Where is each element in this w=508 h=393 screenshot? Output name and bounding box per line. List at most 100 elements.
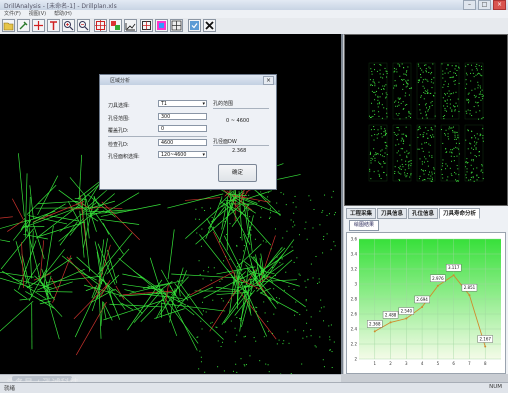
board-hole-dot <box>431 129 432 130</box>
cover-hole-input[interactable]: 0 <box>158 125 207 132</box>
drill-path-line <box>38 176 58 215</box>
drill-hole-dot <box>296 257 297 258</box>
drill-hole-dot <box>315 345 316 346</box>
board-hole-dot <box>420 77 421 78</box>
board-hole-dot <box>379 103 380 104</box>
area-select[interactable]: 120~4600 <box>158 151 207 158</box>
board-hole-dot <box>442 178 443 179</box>
text-tool-icon[interactable] <box>47 19 60 32</box>
menu-file[interactable]: 文件(F) <box>4 10 21 18</box>
data-point <box>484 345 486 347</box>
board-hole-dot <box>398 134 399 135</box>
board-hole-dot <box>466 73 467 74</box>
region-select-icon[interactable] <box>109 19 122 32</box>
drill-icon[interactable] <box>17 19 30 32</box>
board-hole-dot <box>477 74 478 75</box>
drill-hole-dot <box>249 216 250 217</box>
open-folder-icon[interactable] <box>2 19 15 32</box>
board-hole-dot <box>406 86 407 87</box>
hole-range-input[interactable]: 300 <box>158 113 207 120</box>
close-button[interactable]: × <box>493 0 506 10</box>
board-hole-dot <box>470 113 471 114</box>
board-hole-dot <box>431 87 432 88</box>
menu-help[interactable]: 帮助(H) <box>54 10 72 18</box>
stats-chart-icon[interactable] <box>124 19 137 32</box>
board-hole-dot <box>385 68 386 69</box>
drill-hole-dot <box>323 239 324 240</box>
area-dw-group-label: 孔径面DW <box>213 138 237 145</box>
board-hole-dot <box>402 89 403 90</box>
drill-path-line <box>77 257 115 291</box>
board-hole-dot <box>477 179 478 180</box>
drill-hole-dot <box>319 336 320 337</box>
drill-hole-dot <box>219 281 220 282</box>
ok-button[interactable]: 确定 <box>218 164 257 182</box>
drill-hole-dot <box>200 274 201 275</box>
tab-tool-life[interactable]: 刀具寿命分析 <box>439 208 480 219</box>
tab-tool-info[interactable]: 刀具信息 <box>377 208 407 219</box>
crosshair-icon[interactable] <box>32 19 45 32</box>
drill-path-line <box>124 290 136 293</box>
board-hole-dot <box>406 175 407 176</box>
zoom-out-icon[interactable] <box>77 19 90 32</box>
fit-window-icon[interactable] <box>140 19 153 32</box>
board-hole-dot <box>454 106 455 107</box>
drill-hole-dot <box>296 207 297 208</box>
drill-path-line <box>79 155 82 201</box>
drill-hole-dot <box>220 200 221 201</box>
board-hole-dot <box>447 165 448 166</box>
board-hole-dot <box>428 130 429 131</box>
overview-pane[interactable] <box>344 34 508 206</box>
drill-hole-dot <box>214 267 215 268</box>
board-hole-dot <box>483 117 484 118</box>
maximize-button[interactable]: □ <box>478 0 491 10</box>
checkbox-icon[interactable] <box>188 19 201 32</box>
drill-hole-dot <box>218 224 219 225</box>
board-hole-dot <box>405 161 406 162</box>
menu-bar: 文件(F) 视图(V) 帮助(H) <box>0 10 508 18</box>
drill-path-line <box>12 199 23 220</box>
drill-hole-dot <box>212 300 213 301</box>
board-hole-dot <box>482 165 483 166</box>
drill-hole-dot <box>255 239 256 240</box>
drill-hole-dot <box>196 232 197 233</box>
zoom-in-icon[interactable] <box>62 19 75 32</box>
drill-hole-dot <box>239 208 240 209</box>
board-hole-dot <box>422 161 423 162</box>
board-hole-dot <box>420 176 421 177</box>
plot-result-button[interactable]: 绘图结果 <box>349 220 379 231</box>
board-hole-dot <box>474 141 475 142</box>
menu-view[interactable]: 视图(V) <box>29 10 46 18</box>
board-hole-dot <box>480 171 481 172</box>
y-tick-label: 2.8 <box>351 297 358 302</box>
drill-hole-dot <box>208 222 209 223</box>
board-hole-dot <box>429 172 430 173</box>
board-hole-dot <box>369 171 370 172</box>
center-target-icon[interactable] <box>94 19 107 32</box>
board-hole-dot <box>475 97 476 98</box>
minimize-button[interactable]: – <box>463 0 476 10</box>
tab-hole-info[interactable]: 孔位信息 <box>408 208 438 219</box>
drill-hole-dot <box>211 280 212 281</box>
tab-engineering[interactable]: 工程采集 <box>346 208 376 219</box>
drill-path-line <box>28 216 67 224</box>
drill-hole-dot <box>308 195 309 196</box>
drill-hole-dot <box>244 365 245 366</box>
grid-icon[interactable] <box>170 19 183 32</box>
board-hole-dot <box>429 106 430 107</box>
board-hole-dot <box>400 174 401 175</box>
board-hole-dot <box>480 86 481 87</box>
drill-path-line <box>116 286 124 300</box>
tool-select[interactable]: T1 <box>158 100 207 107</box>
check-hole-input[interactable]: 4600 <box>158 139 207 146</box>
drill-hole-dot <box>331 249 332 250</box>
drill-hole-dot <box>229 259 230 260</box>
board-hole-dot <box>477 133 478 134</box>
board-hole-dot <box>398 98 399 99</box>
drill-hole-dot <box>228 302 229 303</box>
drill-hole-dot <box>329 213 330 214</box>
dialog-close-button[interactable]: × <box>263 76 274 85</box>
drill-hole-dot <box>279 298 280 299</box>
close-x-icon[interactable] <box>203 19 216 32</box>
image-export-icon[interactable] <box>155 19 168 32</box>
